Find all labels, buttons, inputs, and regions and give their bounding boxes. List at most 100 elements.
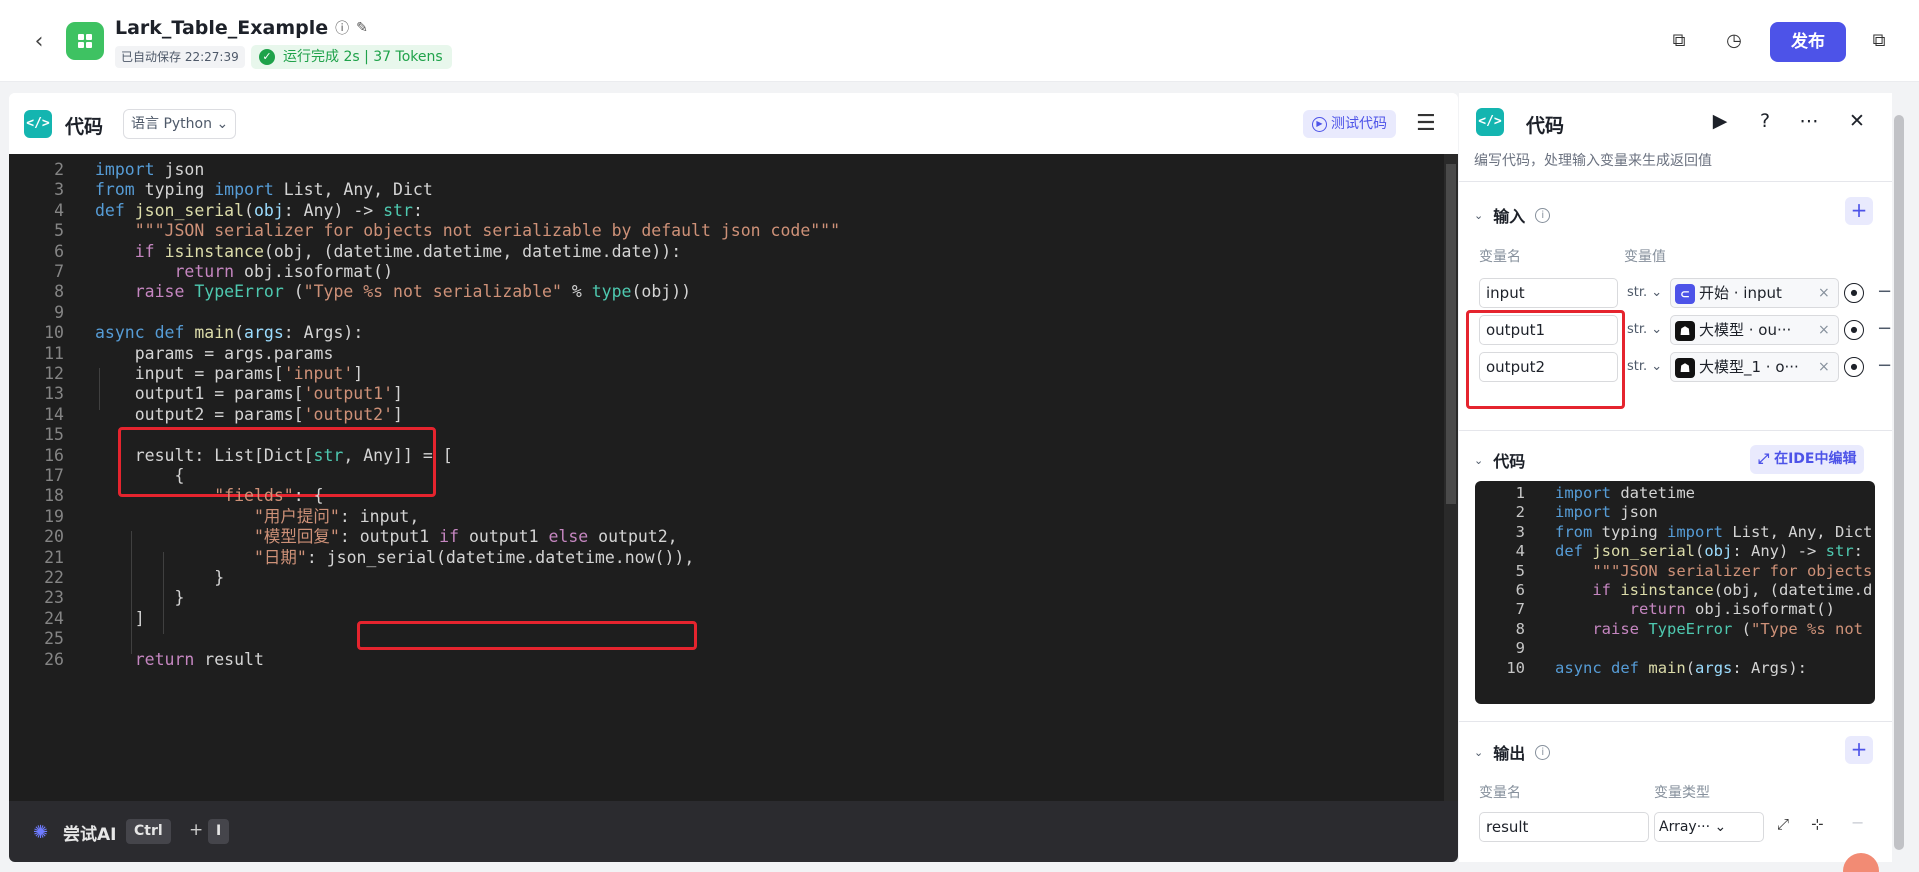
node-icon: ☗ [1675, 358, 1695, 378]
history-icon[interactable]: ◷ [1721, 28, 1747, 54]
remove-input-icon[interactable]: − [1877, 318, 1892, 339]
output-type-value: Array··· [1659, 819, 1711, 835]
remove-input-icon[interactable]: − [1877, 281, 1892, 302]
add-child-icon[interactable]: ⊹ [1811, 815, 1824, 833]
duplicate-icon[interactable]: ⧉ [1866, 28, 1892, 54]
code-section-title: 代码 [1493, 452, 1526, 471]
highlight-box [357, 621, 697, 650]
edit-icon[interactable]: ✎ [356, 20, 368, 36]
sparkle-icon: ✺ [33, 822, 49, 843]
line-content: ] [95, 608, 145, 628]
language-label: 语言 Python [131, 116, 212, 132]
app-title: Lark_Table_Example [115, 17, 329, 39]
input-reference-text: 大模型 · ou··· [1699, 321, 1792, 339]
copy-icon[interactable]: ⧉ [1666, 28, 1692, 54]
remove-output-icon[interactable]: − [1851, 813, 1864, 832]
outline-menu-icon[interactable]: ☰ [1416, 111, 1436, 136]
settings-circle-icon[interactable]: ● [1844, 283, 1864, 303]
input-type-select[interactable]: str. ⌄ [1624, 278, 1664, 308]
input-section-title: 输入 [1493, 207, 1526, 226]
col-header-value: 变量值 [1624, 249, 1666, 265]
panel-description: 编写代码，处理输入变量来生成返回值 [1474, 153, 1712, 169]
line-content: return result [134, 649, 264, 669]
panel-title: 代码 [1526, 115, 1565, 137]
app-logo [66, 22, 104, 60]
col-header-name: 变量名 [1479, 249, 1521, 265]
remove-input-icon[interactable]: − [1877, 355, 1892, 376]
help-icon[interactable]: ? [1753, 110, 1777, 132]
code-editor-panel: </> 代码 语言 Python ⌄ ▶ 测试代码 ☰ 2 import json 3… [9, 93, 1458, 862]
clear-icon[interactable]: × [1818, 316, 1830, 344]
input-type-select[interactable]: str. ⌄ [1624, 352, 1664, 382]
run-status-badge: ✓ 运行完成 2s | 37 Tokens [251, 45, 452, 69]
add-output-button[interactable]: + [1845, 736, 1873, 764]
out-col-header-type: 变量类型 [1654, 785, 1710, 801]
settings-circle-icon[interactable]: ● [1844, 320, 1864, 340]
output-section-header[interactable]: ⌄ 输出 i [1474, 740, 1551, 764]
chevron-down-icon: ⌄ [1474, 453, 1484, 467]
add-input-button[interactable]: + [1845, 197, 1873, 225]
editor-header: </> 代码 语言 Python ⌄ ▶ 测试代码 ☰ [9, 93, 1458, 154]
info-icon[interactable]: ⓘ [335, 18, 349, 38]
expand-icon[interactable]: ⤢ [1777, 815, 1789, 833]
code-icon: </> [24, 110, 52, 138]
output-section-title: 输出 [1493, 744, 1526, 763]
run-status-text: 运行完成 2s | 37 Tokens [283, 49, 443, 65]
chevron-down-icon: ⌄ [1474, 745, 1484, 759]
input-reference-field[interactable]: ☗ 大模型 · ou··· × [1670, 315, 1839, 345]
back-icon[interactable]: ‹ [24, 27, 54, 57]
chevron-down-icon: ⌄ [216, 116, 229, 132]
editor-scrollbar[interactable] [1444, 154, 1458, 801]
edit-in-ide-label: 在IDE中编辑 [1774, 451, 1857, 467]
panel-scrollbar[interactable] [1892, 93, 1906, 862]
info-icon[interactable]: i [1535, 207, 1551, 223]
code-icon: </> [1476, 108, 1504, 136]
highlight-box [1466, 310, 1625, 409]
autosave-status: 已自动保存 22:27:39 [115, 46, 245, 68]
test-code-button[interactable]: ▶ 测试代码 [1303, 110, 1396, 138]
shortcut-plus: + [189, 820, 204, 840]
node-icon: ☗ [1675, 321, 1695, 341]
line-content: raise TypeError ("Type %s not [1592, 619, 1863, 638]
divider [1459, 430, 1892, 431]
shortcut-key-i: I [208, 819, 230, 844]
divider [1459, 181, 1892, 182]
ai-bar[interactable]: ✺ 尝试AI Ctrl + I [9, 801, 1458, 862]
ai-label: 尝试AI [63, 825, 117, 845]
chevron-down-icon: ⌄ [1474, 208, 1484, 222]
node-icon: ⊂ [1675, 284, 1695, 304]
input-reference-text: 开始 · input [1699, 284, 1782, 302]
input-type-value: str. [1627, 285, 1648, 300]
code-area[interactable]: 2 import json 3 from typing import List, An… [9, 154, 1458, 801]
divider [1459, 721, 1892, 722]
language-select[interactable]: 语言 Python ⌄ [123, 109, 237, 139]
input-reference-field[interactable]: ⊂ 开始 · input × [1670, 278, 1839, 308]
output-name-field[interactable]: result [1479, 812, 1649, 842]
app-title-row: Lark_Table_Example ⓘ ✎ [115, 17, 368, 39]
publish-button[interactable]: 发布 [1770, 22, 1846, 62]
line-content: raise TypeError ("Type %s not serializab… [134, 282, 692, 302]
top-bar: ‹ Lark_Table_Example ⓘ ✎ 已自动保存 22:27:39 … [0, 0, 1919, 82]
code-section-header[interactable]: ⌄ 代码 [1474, 448, 1525, 472]
close-icon[interactable]: ✕ [1845, 110, 1869, 132]
edit-in-ide-button[interactable]: ⤢ 在IDE中编辑 [1750, 445, 1865, 474]
input-type-select[interactable]: str. ⌄ [1624, 315, 1664, 345]
code-preview[interactable]: 1 import datetime 2 import json 3 from typing… [1475, 481, 1875, 704]
input-reference-field[interactable]: ☗ 大模型_1 · o··· × [1670, 352, 1839, 382]
settings-circle-icon[interactable]: ● [1844, 357, 1864, 377]
clear-icon[interactable]: × [1818, 279, 1830, 307]
input-name-field[interactable]: input [1479, 278, 1618, 308]
play-circle-icon: ▶ [1312, 116, 1327, 132]
line-content: async def main(args: Args): [1555, 658, 1808, 677]
line-number: 26 [44, 649, 64, 669]
more-icon[interactable]: ⋯ [1797, 110, 1821, 132]
input-reference-text: 大模型_1 · o··· [1699, 358, 1799, 376]
input-type-value: str. [1627, 322, 1648, 337]
info-icon[interactable]: i [1535, 744, 1551, 760]
line-number: 10 [1506, 658, 1525, 677]
input-section-header[interactable]: ⌄ 输入 i [1474, 203, 1551, 227]
play-icon[interactable]: ▶ [1708, 110, 1732, 132]
shortcut-key-ctrl: Ctrl [126, 819, 171, 844]
clear-icon[interactable]: × [1818, 353, 1830, 381]
output-type-select[interactable]: Array··· ⌄ [1654, 812, 1764, 842]
